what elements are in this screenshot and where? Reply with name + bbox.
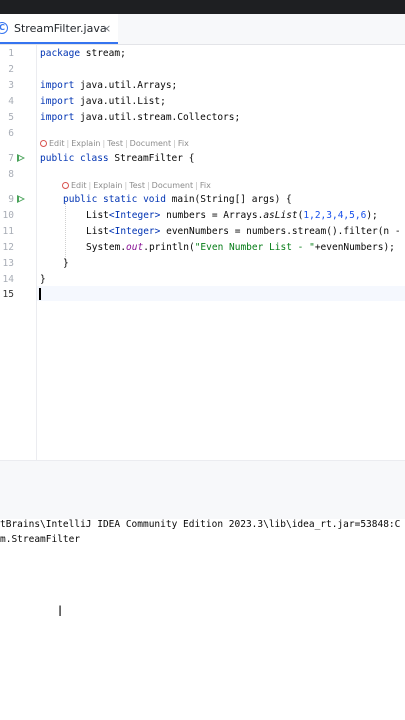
console-output-line: tBrains\IntelliJ IDEA Community Edition …	[0, 519, 401, 530]
code-line[interactable]: import java.util.List;	[40, 96, 166, 107]
class-icon: C	[0, 22, 8, 34]
line-number: 7	[8, 153, 14, 164]
line-number: 10	[2, 210, 14, 221]
line-number: 5	[8, 112, 14, 123]
mouse-cursor-ibeam-icon: I	[58, 604, 63, 620]
code-line[interactable]: package stream;	[40, 48, 126, 59]
run-gutter-icon[interactable]	[17, 154, 25, 162]
code-line[interactable]: List<Integer> numbers = Arrays.asList(1,…	[86, 210, 378, 221]
line-number: 8	[8, 169, 14, 180]
inlay-hint-actions: Edit | Explain | Test | Document | Fix	[62, 181, 211, 190]
ai-assistant-icon	[40, 140, 47, 147]
console-output-line: m.StreamFilter	[0, 534, 81, 545]
code-line[interactable]: }	[63, 258, 69, 269]
line-number: 1	[8, 48, 14, 59]
hint-edit[interactable]: Edit	[71, 181, 87, 190]
line-number: 3	[8, 80, 14, 91]
tool-window-header	[0, 460, 405, 520]
tab-label: StreamFilter.java	[14, 22, 107, 35]
hint-explain[interactable]: Explain	[93, 181, 122, 190]
line-number: 4	[8, 96, 14, 107]
line-number: 6	[8, 128, 14, 139]
tab-streamfilter-java[interactable]: C StreamFilter.java ×	[0, 14, 118, 44]
hint-explain[interactable]: Explain	[71, 139, 100, 148]
line-number: 14	[2, 274, 14, 285]
hint-document[interactable]: Document	[130, 139, 171, 148]
line-number: 9	[8, 194, 14, 205]
line-number: 12	[2, 242, 14, 253]
hint-fix[interactable]: Fix	[178, 139, 189, 148]
code-line[interactable]: public static void main(String[] args) {	[63, 194, 292, 205]
hint-test[interactable]: Test	[107, 139, 123, 148]
code-line[interactable]: import java.util.stream.Collectors;	[40, 112, 240, 123]
code-line[interactable]: List<Integer> evenNumbers = numbers.stre…	[86, 226, 401, 237]
ai-assistant-icon	[62, 182, 69, 189]
run-gutter-icon[interactable]	[17, 195, 25, 203]
hint-document[interactable]: Document	[152, 181, 193, 190]
close-icon[interactable]: ×	[102, 22, 111, 35]
hint-edit[interactable]: Edit	[49, 139, 65, 148]
editor-tab-bar: C StreamFilter.java ×	[0, 14, 405, 45]
inlay-hint-actions: Edit | Explain | Test | Document | Fix	[40, 139, 189, 148]
line-number: 2	[8, 64, 14, 75]
window-top-bar	[0, 0, 405, 14]
code-line[interactable]: System.out.println("Even Number List - "…	[86, 242, 395, 253]
line-number-current: 15	[2, 289, 14, 300]
line-number: 13	[2, 258, 14, 269]
code-line[interactable]: import java.util.Arrays;	[40, 80, 177, 91]
current-line-highlight	[37, 286, 405, 301]
text-caret	[39, 288, 41, 300]
line-number: 11	[2, 226, 14, 237]
indent-guide	[65, 203, 66, 265]
code-line[interactable]: }	[40, 274, 46, 285]
code-line[interactable]: public class StreamFilter {	[40, 153, 194, 164]
hint-test[interactable]: Test	[129, 181, 145, 190]
hint-fix[interactable]: Fix	[200, 181, 211, 190]
